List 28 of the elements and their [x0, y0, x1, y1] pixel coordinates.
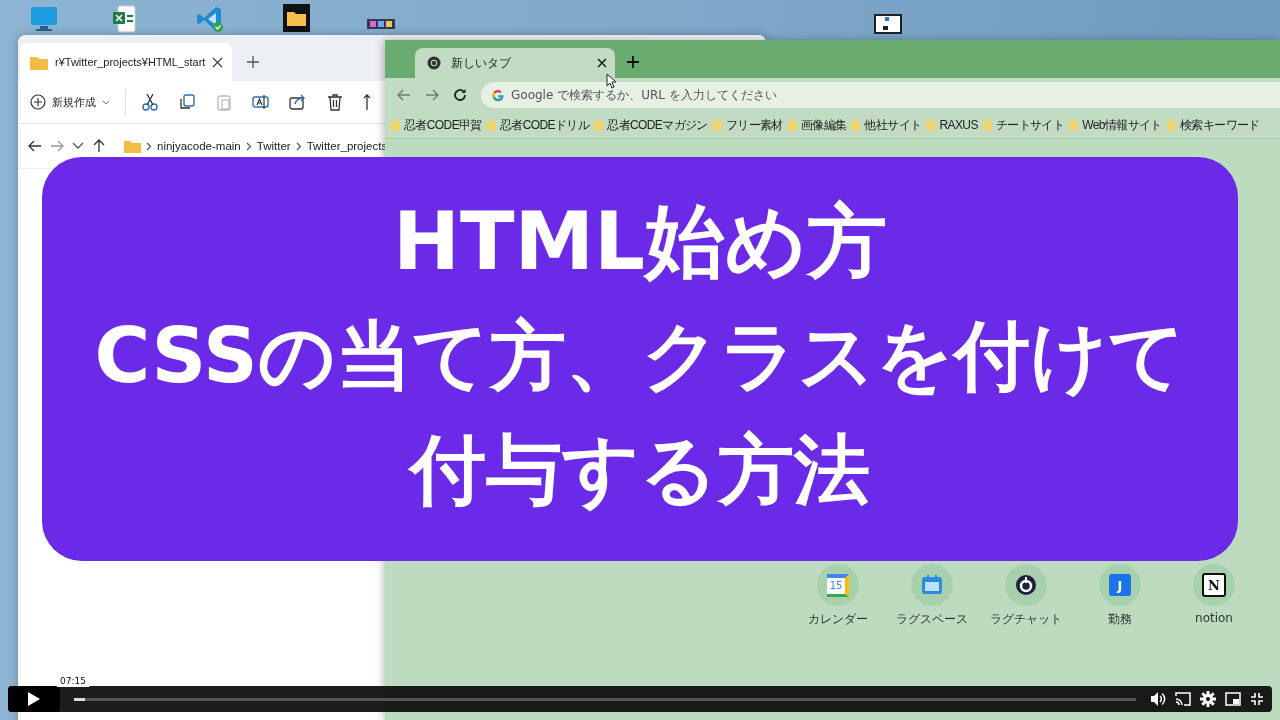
address-field[interactable]: Google で検索するか、URL を入力してください	[481, 82, 1280, 108]
title-text: HTML始め方	[392, 194, 888, 290]
breadcrumb-item[interactable]: Twitter_projects	[306, 140, 388, 152]
shortcut-tile[interactable]: 15 カレンダー	[791, 564, 885, 628]
bookmark-item[interactable]: 他社サイト	[849, 116, 925, 134]
shortcut-tile[interactable]: J 勤務	[1073, 564, 1167, 628]
bookmark-item[interactable]: Web情報サイト	[1067, 116, 1165, 134]
app-letter-icon: N	[1202, 573, 1226, 597]
breadcrumb-item[interactable]: ninjyacode-main	[157, 140, 241, 152]
shortcut-tile[interactable]: N notion	[1167, 564, 1261, 628]
bookmark-item[interactable]: フリー素材	[710, 116, 786, 134]
shortcut-tile[interactable]: ラグスペース	[885, 564, 979, 628]
bookmark-item[interactable]: 忍者CODE甲賀	[389, 116, 485, 134]
explorer-tab[interactable]: r¥Twitter_projects¥HTML_start	[20, 43, 233, 81]
browser-tab[interactable]: 新しいタブ	[415, 48, 615, 78]
breadcrumb-item[interactable]: Twitter	[256, 140, 291, 152]
calendar-icon: 15	[827, 573, 849, 597]
bookmark-item[interactable]: 画像編集	[785, 116, 850, 134]
bookmark-item[interactable]: 検索キーワード	[1164, 116, 1263, 134]
new-button[interactable]: 新規作成	[30, 94, 110, 110]
bookmark-item[interactable]: チートサイト	[980, 116, 1068, 134]
bookmark-item[interactable]: RAXUS	[924, 118, 981, 132]
bookmark-item[interactable]: 忍者CODEマガジン	[592, 116, 711, 134]
app-letter-icon: J	[1109, 574, 1131, 596]
time-tooltip: 07:15	[56, 675, 90, 687]
shortcut-tile[interactable]: ラグチャット	[979, 564, 1073, 628]
title-text: CSSの当て方、クラスを付けて	[94, 310, 1186, 402]
bookmark-item[interactable]: 忍者CODEドリル	[484, 116, 593, 134]
